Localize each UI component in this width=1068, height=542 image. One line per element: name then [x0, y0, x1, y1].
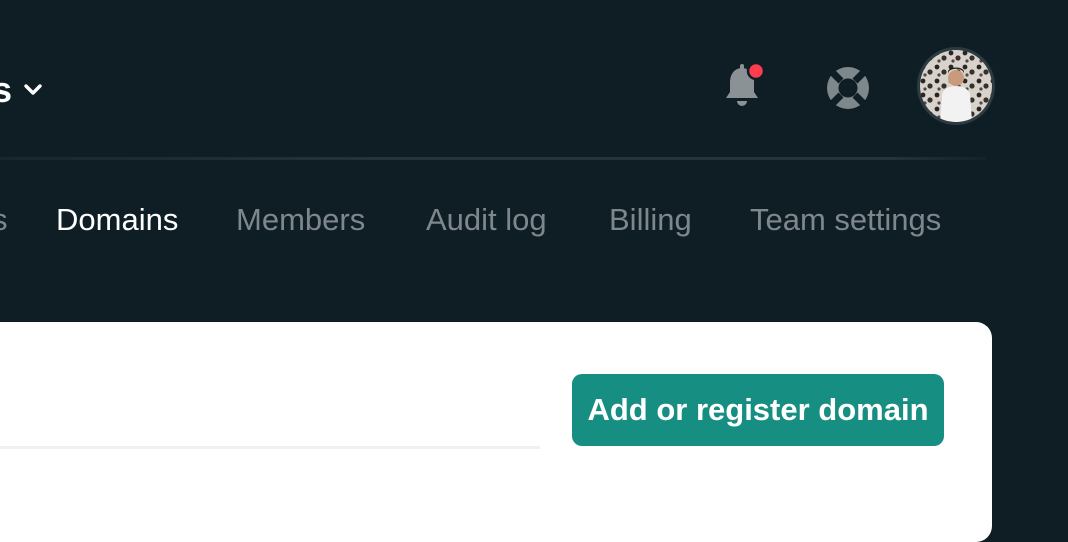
- bell-icon[interactable]: [722, 62, 766, 110]
- tab-domains[interactable]: Domains: [56, 190, 178, 250]
- tab-partial[interactable]: s: [0, 190, 8, 250]
- panel-divider: [0, 446, 540, 449]
- tab-members[interactable]: Members: [236, 190, 365, 250]
- header-divider: [0, 157, 986, 160]
- tab-billing[interactable]: Billing: [609, 190, 692, 250]
- add-domain-button[interactable]: Add or register domain: [572, 374, 944, 446]
- team-switcher[interactable]: s: [0, 62, 44, 118]
- team-name: s: [0, 69, 13, 110]
- lifebuoy-icon[interactable]: [824, 64, 872, 112]
- notification-badge: [746, 62, 766, 81]
- team-nav: s Domains Members Audit log Billing Team…: [0, 190, 1068, 250]
- chevron-down-icon: [24, 84, 42, 95]
- tab-audit-log[interactable]: Audit log: [426, 190, 547, 250]
- user-avatar[interactable]: [920, 50, 992, 122]
- top-bar: s: [0, 0, 1068, 160]
- tab-team-settings[interactable]: Team settings: [750, 190, 941, 250]
